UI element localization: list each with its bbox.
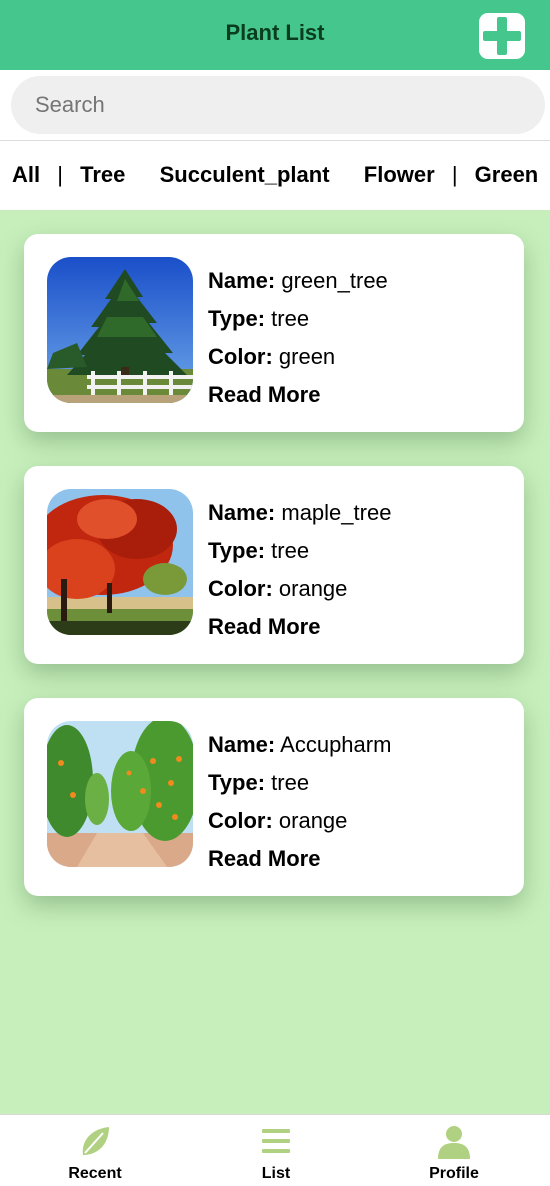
plant-card[interactable]: Name: maple_tree Type: tree Color: orang… <box>24 466 524 664</box>
filter-bar[interactable]: All | Tree Succulent_plant Flower | Gree… <box>0 140 550 210</box>
plant-type: tree <box>271 770 310 795</box>
filter-flower[interactable]: Flower <box>364 162 435 188</box>
plant-image-maple-tree <box>47 489 193 635</box>
plant-type: tree <box>271 538 310 563</box>
read-more-link[interactable]: Read More <box>208 376 388 414</box>
filter-row: All | Tree Succulent_plant Flower | Gree… <box>12 162 550 188</box>
nav-label-profile: Profile <box>429 1165 479 1182</box>
plant-name: green_tree <box>281 268 388 293</box>
user-icon <box>438 1126 470 1159</box>
type-label: Type: <box>208 306 266 331</box>
nav-list[interactable]: List <box>216 1115 336 1186</box>
plant-info: Name: green_tree Type: tree Color: green… <box>208 262 388 414</box>
header: Plant List <box>0 0 550 70</box>
color-label: Color: <box>208 576 273 601</box>
filter-succulent-plant[interactable]: Succulent_plant <box>160 162 330 188</box>
nav-recent[interactable]: Recent <box>35 1115 155 1186</box>
read-more-link[interactable]: Read More <box>208 840 391 878</box>
color-label: Color: <box>208 808 273 833</box>
plant-name: Accupharm <box>280 732 392 757</box>
plant-info: Name: Accupharm Type: tree Color: orange… <box>208 726 391 878</box>
read-more-link[interactable]: Read More <box>208 608 391 646</box>
type-label: Type: <box>208 538 266 563</box>
search-area <box>0 70 550 140</box>
name-label: Name: <box>208 500 276 525</box>
plant-name: maple_tree <box>281 500 392 525</box>
filter-separator: | <box>57 162 63 187</box>
plant-image-accupharm <box>47 721 193 867</box>
filter-separator: | <box>451 162 458 187</box>
plant-color: orange <box>278 808 348 833</box>
plant-card[interactable]: Name: Accupharm Type: tree Color: orange… <box>24 698 524 896</box>
plant-type: tree <box>271 306 310 331</box>
page-title: Plant List <box>225 20 325 45</box>
type-label: Type: <box>208 770 266 795</box>
leaf-icon <box>82 1127 109 1155</box>
bottom-nav: Recent List Profile <box>0 1114 550 1186</box>
filter-tree[interactable]: Tree <box>80 162 125 188</box>
nav-profile[interactable]: Profile <box>394 1115 514 1186</box>
add-plant-button[interactable] <box>479 13 525 59</box>
app: Plant List All | Tree Succulent_plant Fl… <box>0 0 550 1186</box>
plant-card[interactable]: Name: green_tree Type: tree Color: green… <box>24 234 524 432</box>
filter-green[interactable]: Green <box>475 162 539 188</box>
name-label: Name: <box>208 268 276 293</box>
menu-icon <box>262 1129 290 1153</box>
plant-image-green-tree <box>47 257 193 403</box>
plant-info: Name: maple_tree Type: tree Color: orang… <box>208 494 391 646</box>
filter-all[interactable]: All <box>12 162 40 188</box>
color-label: Color: <box>208 344 273 369</box>
search-input[interactable] <box>11 76 545 134</box>
plant-color: green <box>278 344 336 369</box>
nav-label-recent: Recent <box>68 1165 122 1182</box>
nav-label-list: List <box>261 1165 291 1182</box>
plant-color: orange <box>278 576 348 601</box>
name-label: Name: <box>208 732 276 757</box>
